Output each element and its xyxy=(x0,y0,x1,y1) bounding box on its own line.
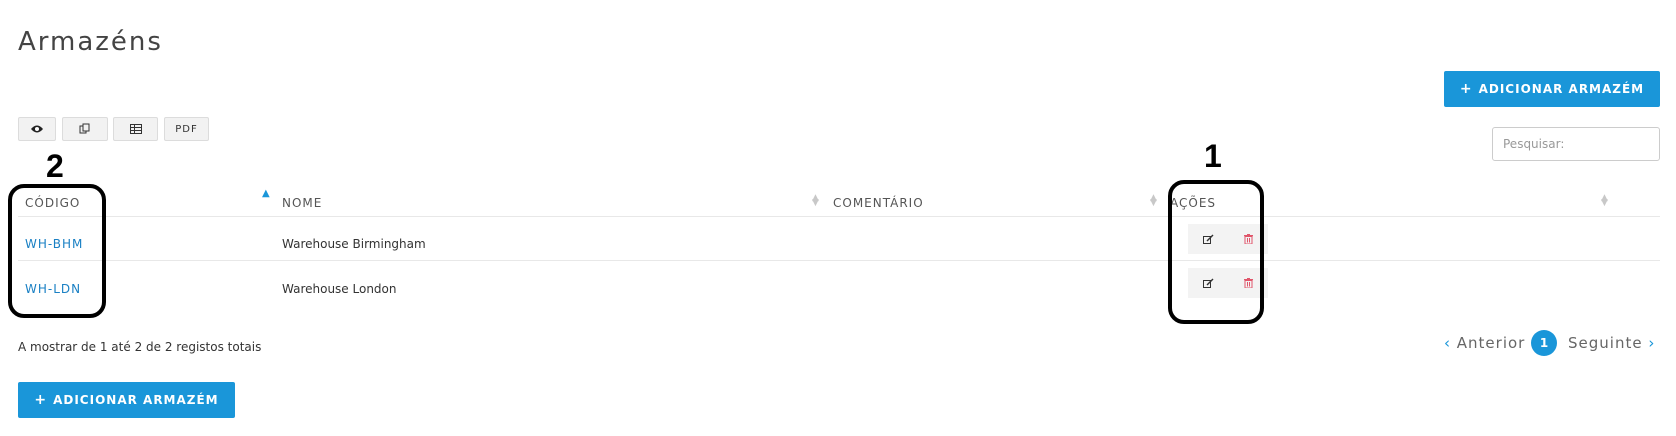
add-warehouse-label: ADICIONAR ARMAZÉM xyxy=(53,393,219,407)
pdf-label: PDF xyxy=(175,123,198,135)
excel-export-button[interactable] xyxy=(113,117,158,141)
pagination-next[interactable]: Seguinte › xyxy=(1568,334,1655,352)
pagination-page-current[interactable]: 1 xyxy=(1531,330,1557,356)
sort-icon[interactable]: ▲ ▼ xyxy=(1601,194,1608,208)
sort-icon[interactable]: ▲ ▼ xyxy=(1150,194,1157,208)
column-visibility-button[interactable] xyxy=(18,117,56,141)
copy-button[interactable] xyxy=(62,117,108,141)
pdf-export-button[interactable]: PDF xyxy=(164,117,209,141)
annotation-box-code-column xyxy=(8,184,106,318)
annotation-box-actions-column xyxy=(1168,180,1264,324)
pagination-next-label: Seguinte xyxy=(1568,334,1643,352)
column-header-comment[interactable]: COMENTÁRIO xyxy=(833,196,924,210)
annotation-number-2: 2 xyxy=(46,148,64,184)
add-warehouse-button-bottom[interactable]: + ADICIONAR ARMAZÉM xyxy=(18,382,235,418)
warehouse-name: Warehouse London xyxy=(282,282,397,296)
warehouse-name: Warehouse Birmingham xyxy=(282,237,426,251)
row-divider xyxy=(18,260,1660,261)
pagination-previous-label: Anterior xyxy=(1456,334,1526,352)
add-warehouse-label: ADICIONAR ARMAZÉM xyxy=(1478,82,1645,96)
add-warehouse-button-top[interactable]: + ADICIONAR ARMAZÉM xyxy=(1444,71,1660,107)
column-header-name[interactable]: NOME xyxy=(282,196,322,210)
chevron-right-icon: › xyxy=(1648,334,1656,352)
search-input[interactable] xyxy=(1492,127,1660,161)
plus-icon: + xyxy=(34,392,48,408)
eye-icon xyxy=(31,125,43,133)
pagination-previous[interactable]: ‹ Anterior xyxy=(1444,334,1525,352)
sort-asc-icon[interactable]: ▲ xyxy=(262,189,270,199)
sort-icon[interactable]: ▲ ▼ xyxy=(812,194,819,208)
page-title: Armazéns xyxy=(18,27,163,58)
table-info: A mostrar de 1 até 2 de 2 registos totai… xyxy=(18,340,262,354)
annotation-number-1: 1 xyxy=(1204,138,1222,174)
plus-icon: + xyxy=(1459,81,1473,97)
copy-icon xyxy=(79,123,90,134)
table-icon xyxy=(129,124,142,134)
chevron-left-icon: ‹ xyxy=(1444,334,1451,352)
header-divider xyxy=(18,216,1660,217)
